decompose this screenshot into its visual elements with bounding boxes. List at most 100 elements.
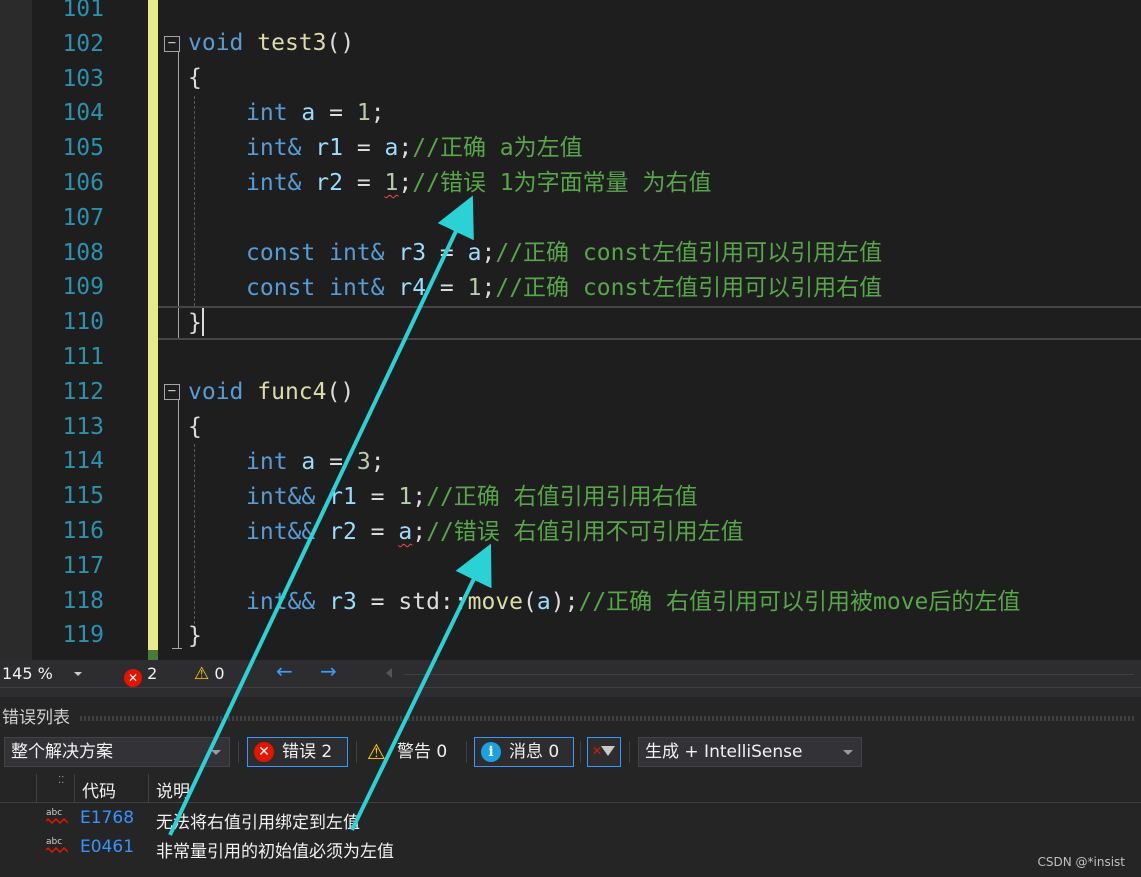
warnings-filter-label: 警告 0 [397, 742, 448, 762]
errors-filter-button[interactable]: ✕ 错误 2 [247, 737, 348, 767]
error-list-toolbar: 整个解决方案 ✕ 错误 2 ⚠ 警告 0 i 消息 0 ✕ 生成 + Intel… [0, 735, 1141, 771]
code-line-112[interactable]: void func4() [188, 375, 354, 410]
type: int& [246, 135, 302, 161]
operator: = [370, 519, 385, 545]
code-line-110[interactable]: } [188, 306, 202, 341]
chevron-down-icon [843, 750, 853, 755]
semicolon: ; [481, 275, 496, 301]
scope-dropdown[interactable]: 整个解决方案 [4, 737, 230, 767]
line-number: 108 [62, 239, 104, 266]
table-row[interactable]: abc E0461 非常量引用的初始值必须为左值 [0, 834, 1141, 862]
brace: } [188, 310, 202, 336]
error-grid-header: ⁚⁚ 代码 说明 [0, 774, 1141, 803]
editor-left-margin [0, 0, 32, 660]
code-line-106[interactable]: int& r2 = 1;//错误 1为字面常量 为右值 [246, 166, 712, 201]
type: int&& [246, 519, 316, 545]
variable: a [536, 589, 551, 615]
code-line-119[interactable]: } [188, 619, 202, 654]
scroll-left-icon[interactable] [386, 668, 392, 678]
zoom-level[interactable]: 145 % [2, 663, 53, 684]
navigate-back-icon[interactable]: ← [276, 661, 293, 682]
table-row[interactable]: abc E1768 无法将右值引用绑定到左值 [0, 805, 1141, 833]
error-list-panel: 错误列表 整个解决方案 ✕ 错误 2 ⚠ 警告 0 i 消息 0 ✕ 生成 + … [0, 697, 1141, 877]
function-name: func4 [257, 379, 327, 405]
filter-button[interactable]: ✕ [587, 737, 621, 767]
toolbar-separator [238, 741, 239, 763]
keyword: void [188, 379, 244, 405]
funnel-icon [601, 746, 615, 756]
variable: r4 [398, 275, 427, 301]
number: 1 [356, 100, 371, 126]
semicolon: ; [412, 484, 427, 510]
error-count: 2 [147, 664, 158, 683]
error-code-link[interactable]: E1768 [80, 808, 134, 828]
code-line-108[interactable]: const int& r3 = a;//正确 const左值引用可以引用左值 [246, 236, 882, 271]
code-line-115[interactable]: int&& r1 = 1;//正确 右值引用引用右值 [246, 480, 698, 515]
chevron-down-icon [211, 750, 221, 755]
code-editor[interactable]: 101 102 103 104 105 106 107 108 109 110 111 112 113 1… [0, 0, 1141, 660]
brace: { [188, 414, 202, 440]
error-squiggle-variable[interactable]: a [398, 519, 412, 545]
parens: () [326, 30, 355, 56]
code-line-113[interactable]: { [188, 410, 202, 445]
type: int [246, 449, 288, 475]
scope-value: 整个解决方案 [11, 742, 113, 762]
comment: //错误 1为字面常量 为右值 [412, 170, 712, 196]
sort-grip-icon[interactable]: ⁚⁚ [58, 775, 64, 786]
error-description: 无法将右值引用绑定到左值 [156, 813, 360, 833]
code-line-118[interactable]: int&& r3 = std::move(a);//正确 右值引用可以引用被mo… [246, 585, 1020, 620]
fold-line [178, 52, 179, 338]
type: int&& [246, 589, 316, 615]
variable: r1 [315, 135, 343, 161]
warnings-filter-button[interactable]: ⚠ 警告 0 [362, 737, 462, 767]
error-code-link[interactable]: E0461 [80, 837, 134, 857]
type: int& [246, 170, 302, 196]
operator: = [356, 135, 371, 161]
line-number: 111 [62, 344, 104, 370]
variable: a [467, 240, 482, 266]
code-line-102[interactable]: void test3() [188, 26, 354, 61]
horizontal-scrollbar[interactable] [404, 674, 1134, 675]
code-line-114[interactable]: int a = 3; [246, 445, 385, 480]
code-line-103[interactable]: { [188, 61, 202, 96]
fold-toggle-test3[interactable]: − [164, 36, 180, 52]
brace: { [188, 65, 202, 91]
warning-count: 0 [214, 664, 225, 683]
fold-toggle-func4[interactable]: − [164, 384, 180, 400]
navigate-forward-icon[interactable]: → [320, 661, 337, 682]
zoom-dropdown-icon[interactable] [74, 672, 82, 676]
code-line-116[interactable]: int&& r2 = a;//错误 右值引用不可引用左值 [246, 515, 744, 550]
variable: r2 [329, 519, 357, 545]
error-squiggle-literal[interactable]: 1 [385, 170, 399, 196]
comment: //错误 右值引用不可引用左值 [426, 519, 744, 545]
error-count-indicator[interactable]: ✕ 2 [124, 663, 157, 687]
build-source-dropdown[interactable]: 生成 + IntelliSense [638, 737, 862, 767]
parens: () [326, 379, 355, 405]
variable: a [384, 135, 399, 161]
semicolon: ; [398, 170, 413, 196]
watermark: CSDN @*insist [1037, 855, 1125, 869]
brace: } [188, 623, 202, 649]
code-line-104[interactable]: int a = 1; [246, 96, 385, 131]
abc-text: abc [46, 808, 63, 818]
semicolon: ; [412, 519, 427, 545]
spelling-error-icon: abc [46, 808, 68, 828]
function-call: move [467, 589, 524, 615]
column-header-description[interactable]: 说明 [156, 777, 190, 802]
operator: = [370, 484, 385, 510]
code-line-109[interactable]: const int& r4 = 1;//正确 const左值引用可以引用右值 [246, 271, 882, 306]
comment: //正确 const左值引用可以引用左值 [495, 240, 883, 266]
line-number: 119 [62, 622, 104, 649]
semicolon: ; [370, 449, 385, 475]
operator: = [356, 170, 371, 196]
messages-filter-label: 消息 0 [509, 742, 560, 762]
namespace: std:: [398, 589, 468, 615]
line-number: 110 [62, 309, 104, 336]
warning-count-indicator[interactable]: ⚠ 0 [194, 663, 225, 685]
messages-filter-button[interactable]: i 消息 0 [474, 737, 574, 767]
line-number: 102 [62, 30, 104, 57]
function-name: test3 [257, 30, 327, 56]
warning-icon: ⚠ [367, 740, 386, 764]
column-header-code[interactable]: 代码 [82, 777, 116, 802]
code-line-105[interactable]: int& r1 = a;//正确 a为左值 [246, 131, 583, 166]
